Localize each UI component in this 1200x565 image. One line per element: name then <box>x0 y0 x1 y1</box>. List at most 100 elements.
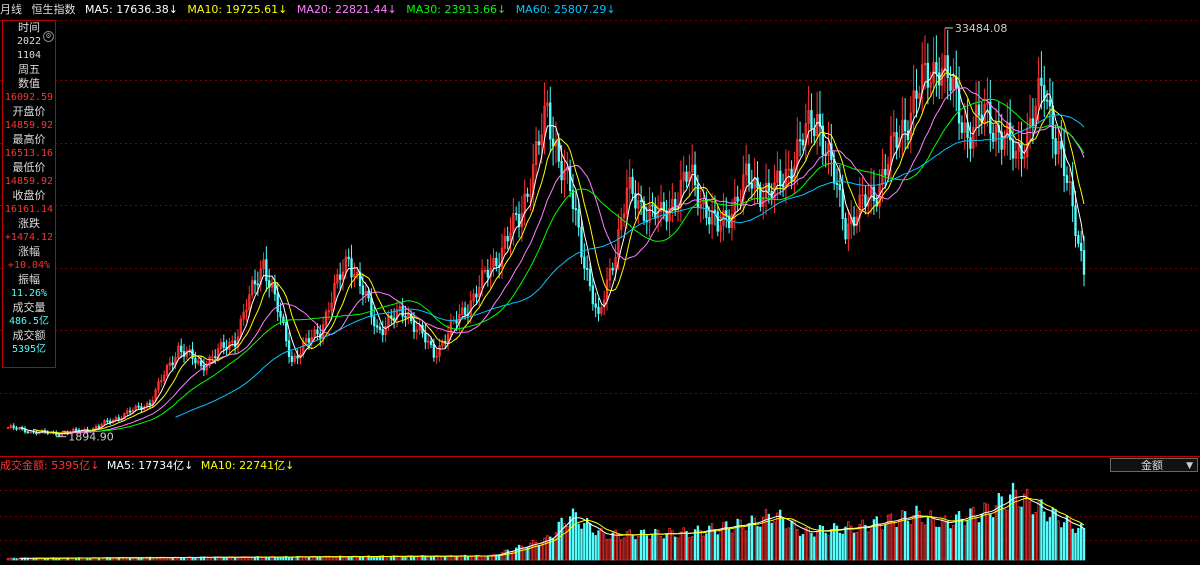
candle-body <box>463 307 467 315</box>
index-name: 恒生指数 <box>31 3 76 16</box>
volume-bar <box>373 556 376 561</box>
candle-body <box>639 200 643 203</box>
volume-bar <box>344 556 348 561</box>
volume-bar <box>926 515 930 561</box>
candle-body <box>949 77 952 91</box>
volume-bar <box>168 557 172 561</box>
volume-bar <box>935 526 938 561</box>
candle-body <box>350 258 353 278</box>
volume-bar <box>262 557 265 561</box>
volume-bar <box>994 505 998 561</box>
candle-body <box>171 362 174 366</box>
volume-bar <box>693 529 697 561</box>
volume-bar <box>952 524 955 561</box>
volume-bar <box>591 532 595 561</box>
volume-bar <box>901 510 904 561</box>
volume-bar <box>57 558 61 561</box>
volume-bar <box>867 531 870 561</box>
volume-bar <box>1062 522 1066 561</box>
volume-bar <box>375 556 379 561</box>
candle-body <box>117 417 120 420</box>
volume-bar <box>534 542 538 561</box>
volume-bar <box>12 557 15 561</box>
volume-bar <box>920 522 924 561</box>
volume-bar <box>940 518 944 561</box>
volume-bar <box>279 557 282 561</box>
candle-body <box>194 357 197 364</box>
volume-bar <box>813 536 816 561</box>
volume-bar <box>585 518 589 561</box>
candle-body <box>26 431 30 434</box>
volume-bar <box>583 522 586 561</box>
volume-bar <box>248 557 251 561</box>
volume-bar <box>333 556 336 561</box>
candle-body <box>367 290 370 299</box>
volume-bar <box>441 556 444 561</box>
candle-body <box>12 425 15 429</box>
volume-bar <box>807 526 810 561</box>
kline-chart[interactable]: 33484.08 1894.90 <box>0 0 1200 565</box>
volume-bar <box>1023 493 1026 561</box>
candle-body <box>137 405 140 408</box>
candle-body <box>290 356 294 362</box>
volume-bar <box>15 558 18 561</box>
period-label[interactable]: 月线 <box>0 3 22 16</box>
volume-bar <box>1054 509 1057 561</box>
ma5-line <box>19 68 1085 435</box>
candle-body <box>214 356 217 359</box>
candle-body <box>370 297 373 318</box>
candle-body <box>747 163 751 184</box>
volume-bar <box>165 557 169 561</box>
max-price-label: 33484.08 <box>955 22 1008 35</box>
volume-bar <box>773 521 776 561</box>
volume-bar <box>884 524 887 561</box>
candle-body <box>884 168 887 176</box>
candle-body <box>495 257 498 267</box>
volume-bar <box>912 515 915 561</box>
value-value: 16092.59 <box>4 92 54 103</box>
high-label: 最高价 <box>12 133 46 146</box>
vol-value: 486.5亿 <box>8 316 50 327</box>
candle-body <box>375 325 379 328</box>
candle-body <box>560 160 563 181</box>
volume-bar <box>713 529 717 561</box>
candle-body <box>685 171 688 182</box>
volume-bar <box>128 557 132 561</box>
volume-bar <box>182 557 186 561</box>
volume-type-select[interactable]: 金额 ▼ <box>1110 458 1198 472</box>
candle-body <box>1054 138 1057 155</box>
volume-bar <box>918 510 921 561</box>
info-panel: ⚙ 时间 2022 1104 周五 数值 16092.59 开盘价 14859.… <box>2 20 56 368</box>
volume-bar <box>1057 520 1060 561</box>
volume-bar <box>316 556 319 561</box>
gear-icon[interactable]: ⚙ <box>43 31 54 42</box>
volume-bar <box>486 555 489 561</box>
volume-bar <box>1020 506 1023 561</box>
candle-body <box>779 170 782 186</box>
volume-bar <box>540 543 543 561</box>
volume-bar <box>617 534 620 561</box>
volume-bar <box>665 533 668 561</box>
chevron-down-icon[interactable]: ▼ <box>1186 459 1193 473</box>
volume-bar <box>603 533 606 561</box>
volume-bar <box>537 544 541 561</box>
indicator-bar: 月线 恒生指数 MA5: 17636.38↓ MA10: 19725.61↓ M… <box>0 0 1200 20</box>
volume-bar <box>787 527 790 561</box>
volume-bar <box>963 525 966 561</box>
volume-bar <box>804 527 807 561</box>
volume-bar <box>742 527 745 561</box>
volume-bar <box>736 518 739 561</box>
volume-bar <box>307 556 311 561</box>
volume-bar <box>756 526 759 561</box>
candle-body <box>708 217 711 225</box>
volume-bar <box>458 556 461 561</box>
volume-bar <box>412 556 416 561</box>
volume-bar <box>634 539 637 561</box>
volume-bar <box>180 557 183 561</box>
volume-bar <box>265 557 268 561</box>
candle-body <box>307 338 311 343</box>
volume-bar <box>727 528 731 561</box>
candle-body <box>926 62 930 88</box>
volume-bar <box>1065 515 1069 561</box>
candle-body <box>580 226 583 258</box>
